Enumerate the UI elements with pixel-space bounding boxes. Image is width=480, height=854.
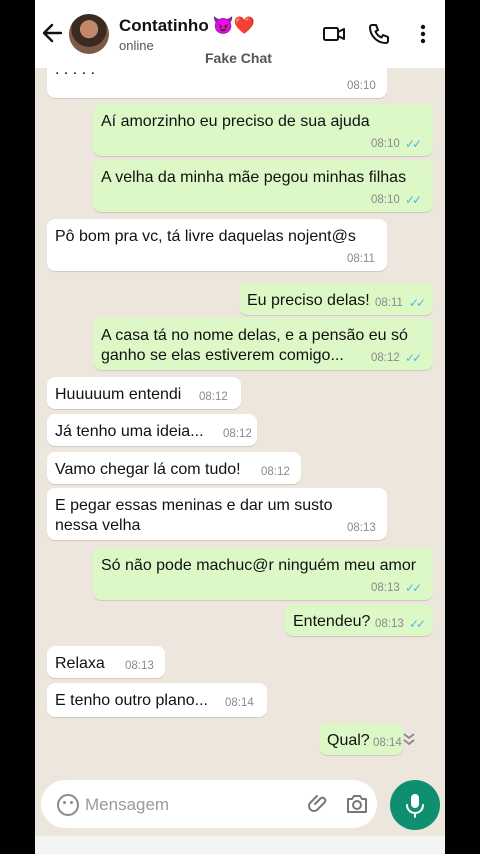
read-receipt-icon: ✓✓ (409, 617, 426, 631)
message-text: A velha da minha mãe pegou minhas filhas (101, 169, 407, 186)
incoming-message[interactable]: Vamo chegar lá com tudo! 08:12 (47, 452, 301, 484)
message-text: Pô bom pra vc, tá livre daquelas nojent@… (55, 228, 356, 245)
system-nav-bar (35, 836, 445, 854)
message-time: 08:12 (261, 466, 290, 478)
outgoing-message[interactable]: Qual? 08:14 (319, 723, 403, 755)
message-text: Aí amorzinho eu preciso de sua ajuda (101, 113, 370, 130)
scroll-down-icon[interactable] (397, 730, 421, 754)
message-time: 08:13 (375, 618, 404, 630)
message-time: 08:10 (371, 138, 400, 150)
contact-name-text: Contatinho (119, 16, 209, 35)
back-arrow-icon[interactable] (41, 20, 63, 46)
message-time: 08:12 (371, 352, 400, 364)
message-time: 08:13 (371, 582, 400, 594)
video-call-icon[interactable] (322, 22, 346, 46)
message-time: 08:10 (371, 194, 400, 206)
incoming-message[interactable]: Relaxa 08:13 (47, 646, 165, 678)
contact-emojis: 😈❤️ (212, 16, 256, 35)
message-text: Eu preciso delas! (247, 292, 370, 309)
outgoing-message[interactable]: Entendeu? 08:13 ✓✓ (285, 604, 433, 636)
message-input[interactable]: Mensagem (85, 795, 169, 815)
message-time: 08:12 (199, 391, 228, 403)
outgoing-message[interactable]: A casa tá no nome delas, e a pensão eu s… (93, 318, 433, 370)
read-receipt-icon: ✓✓ (405, 193, 422, 207)
incoming-message[interactable]: Pô bom pra vc, tá livre daquelas nojent@… (47, 219, 387, 271)
voice-call-icon[interactable] (367, 22, 391, 46)
more-options-icon[interactable] (411, 22, 435, 46)
avatar[interactable] (69, 14, 109, 54)
message-composer[interactable]: Mensagem (41, 780, 377, 828)
message-text: A casa tá no nome delas, e a pensão eu s… (101, 327, 408, 364)
message-text: Relaxa (55, 655, 105, 672)
incoming-message[interactable]: E pegar essas meninas e dar um susto nes… (47, 488, 387, 540)
message-time: 08:13 (347, 522, 376, 534)
incoming-message[interactable]: Já tenho uma ideia... 08:12 (47, 414, 257, 446)
incoming-message[interactable]: Huuuuum entendi 08:12 (47, 377, 241, 409)
mic-button[interactable] (390, 780, 440, 830)
mic-icon (406, 794, 424, 818)
message-time: 08:11 (375, 297, 403, 309)
message-text: Huuuuum entendi (55, 386, 182, 403)
read-receipt-icon: ✓✓ (405, 351, 422, 365)
chat-header: Contatinho 😈❤️ online Fake Chat (35, 0, 445, 68)
message-time: 08:10 (347, 80, 376, 92)
attach-icon[interactable] (307, 792, 331, 816)
message-text: Só não pode machuc@r ninguém meu amor (101, 557, 417, 574)
outgoing-message[interactable]: Só não pode machuc@r ninguém meu amor 08:… (93, 548, 433, 600)
read-receipt-icon: ✓✓ (405, 581, 422, 595)
message-text: Vamo chegar lá com tudo! (55, 461, 241, 478)
contact-name[interactable]: Contatinho 😈❤️ (119, 16, 255, 36)
contact-status: online (119, 38, 154, 53)
message-time: 08:12 (223, 428, 252, 440)
outgoing-message[interactable]: A velha da minha mãe pegou minhas filhas… (93, 160, 433, 212)
message-text: Entendeu? (293, 613, 371, 630)
watermark: Fake Chat (205, 50, 272, 66)
message-text: Já tenho uma ideia... (55, 423, 204, 440)
outgoing-message[interactable]: Eu preciso delas! 08:11 ✓✓ (239, 283, 433, 315)
camera-icon[interactable] (345, 792, 369, 816)
message-time: 08:11 (347, 253, 375, 265)
read-receipt-icon: ✓✓ (409, 296, 426, 310)
outgoing-message[interactable]: Aí amorzinho eu preciso de sua ajuda 08:1… (93, 104, 433, 156)
message-time: 08:13 (125, 660, 154, 672)
read-receipt-icon: ✓✓ (405, 137, 422, 151)
emoji-icon[interactable] (57, 794, 79, 816)
message-text: Qual? (327, 732, 370, 749)
message-text: E tenho outro plano... (55, 692, 208, 709)
message-time: 08:14 (225, 697, 254, 709)
incoming-message[interactable]: E tenho outro plano... 08:14 (47, 683, 267, 717)
chat-screen: Contatinho 😈❤️ online Fake Chat . . . . .… (35, 0, 445, 854)
message-text: E pegar essas meninas e dar um susto nes… (55, 497, 333, 534)
